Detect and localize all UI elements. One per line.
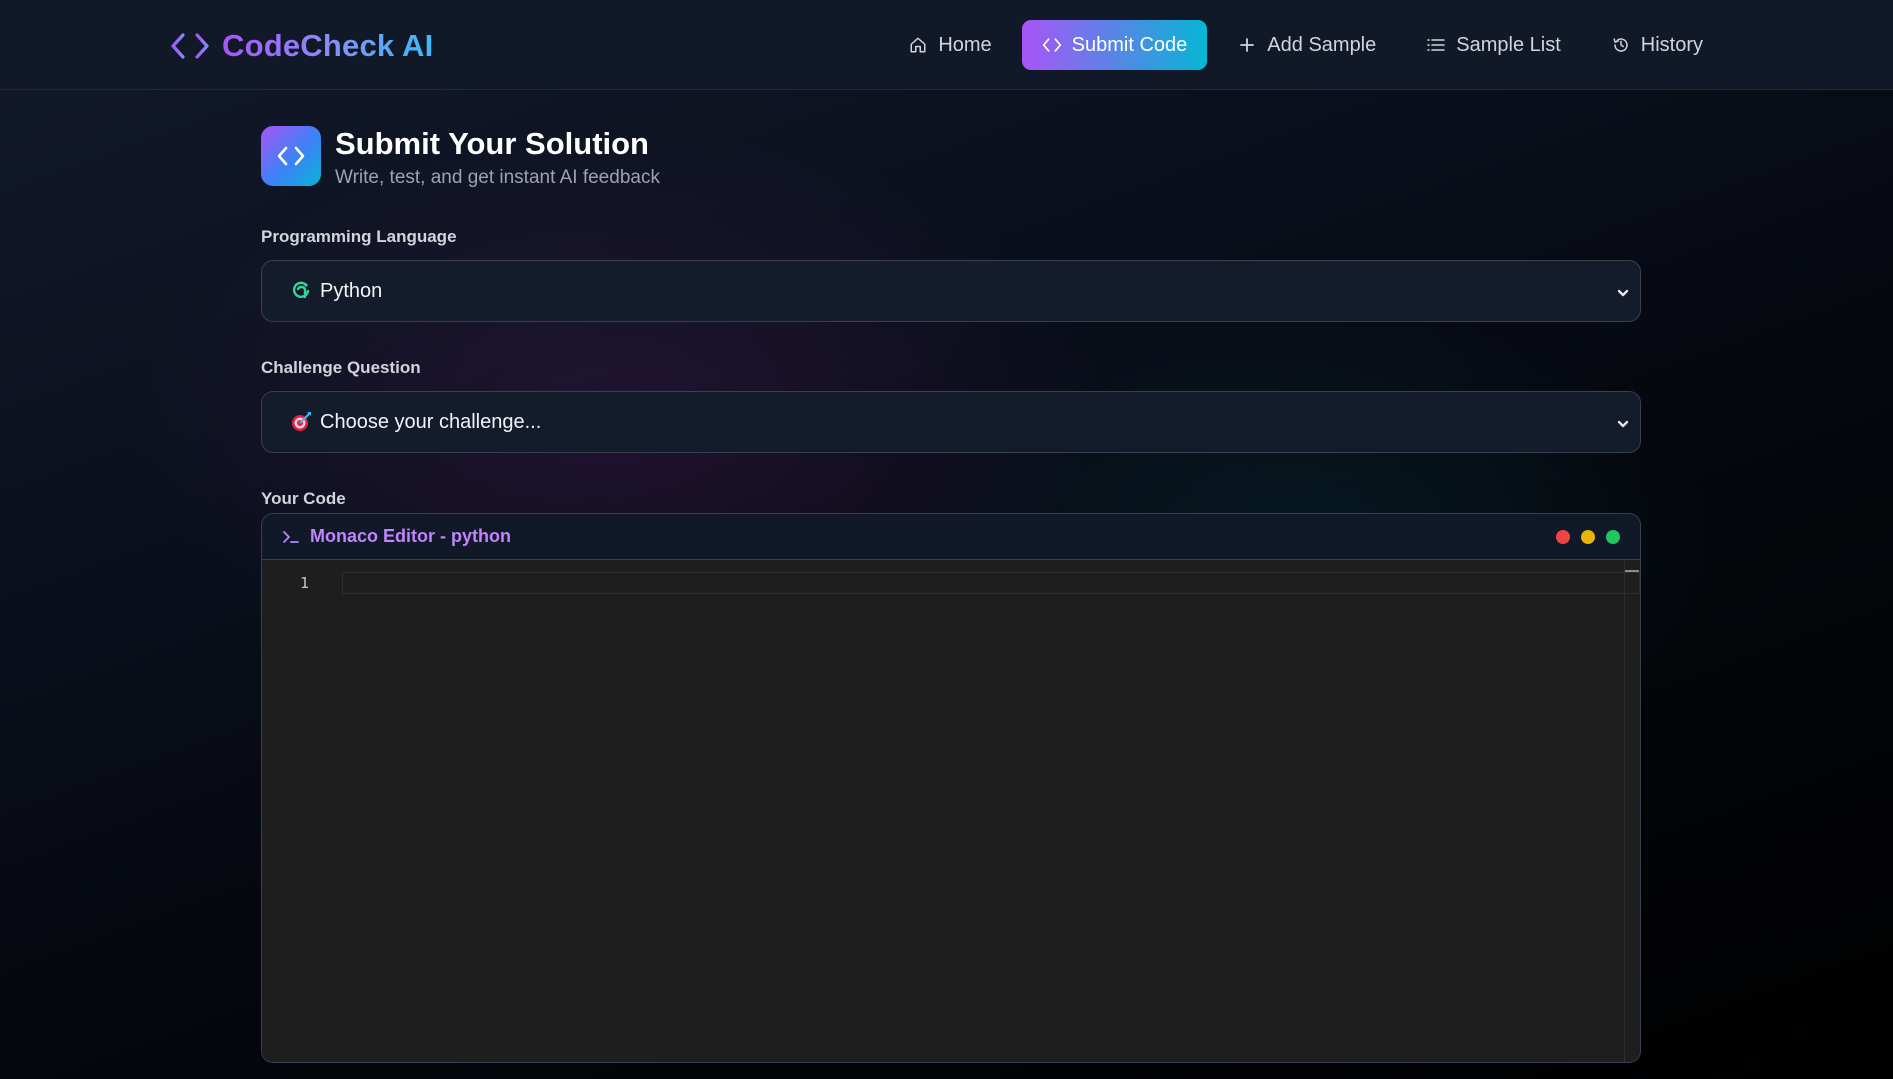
page-subtitle: Write, test, and get instant AI feedback [335,167,660,188]
code-brackets-icon [1042,35,1062,55]
editor-titlebar: Monaco Editor - python [262,514,1640,560]
page-title: Submit Your Solution [335,126,649,161]
plus-icon [1237,35,1257,55]
nav-history-label: History [1640,33,1703,56]
nav-home[interactable]: Home [888,20,1011,70]
minimize-dot [1581,530,1595,544]
language-value: Python [320,279,383,302]
top-navbar: CodeCheck AI Home Submit Code Add Sample… [0,0,1893,90]
line-number: 1 [300,574,310,592]
nav-submit-code-label: Submit Code [1071,33,1188,56]
python-icon [290,280,312,302]
current-line-highlight [342,572,1640,594]
chevron-down-icon [1616,283,1630,306]
challenge-value: Choose your challenge... [320,410,542,433]
main-nav: Home Submit Code Add Sample Sample List … [888,20,1723,70]
close-dot [1556,530,1570,544]
nav-history[interactable]: History [1591,20,1723,70]
window-controls [1556,530,1620,544]
editor-title: Monaco Editor - python [310,526,511,546]
code-editor: Monaco Editor - python 1 [261,513,1641,1063]
code-brackets-icon [261,126,321,186]
list-icon [1426,35,1446,55]
brand-logo[interactable]: CodeCheck AI [170,26,433,66]
code-label: Your Code [261,489,346,508]
language-select[interactable]: Python [261,260,1641,322]
nav-add-sample[interactable]: Add Sample [1217,20,1396,70]
nav-home-label: Home [938,33,992,56]
code-input-area[interactable]: 1 [262,560,1640,1062]
nav-add-sample-label: Add Sample [1267,33,1377,56]
nav-sample-list-label: Sample List [1456,33,1561,56]
terminal-icon [282,530,300,544]
challenge-select[interactable]: Choose your challenge... [261,391,1641,453]
language-label: Programming Language [261,227,457,246]
code-brackets-icon [170,30,210,62]
target-icon [290,411,312,433]
chevron-down-icon [1616,414,1630,437]
home-icon [908,35,928,55]
maximize-dot [1606,530,1620,544]
nav-submit-code[interactable]: Submit Code [1021,20,1208,70]
brand-name: CodeCheck AI [222,28,434,63]
history-icon [1611,35,1631,55]
scroll-position-marker [1625,570,1639,572]
challenge-label: Challenge Question [261,358,421,377]
editor-scrollbar[interactable] [1624,560,1640,1062]
page-header: Submit Your Solution Write, test, and ge… [261,126,660,189]
nav-sample-list[interactable]: Sample List [1406,20,1581,70]
